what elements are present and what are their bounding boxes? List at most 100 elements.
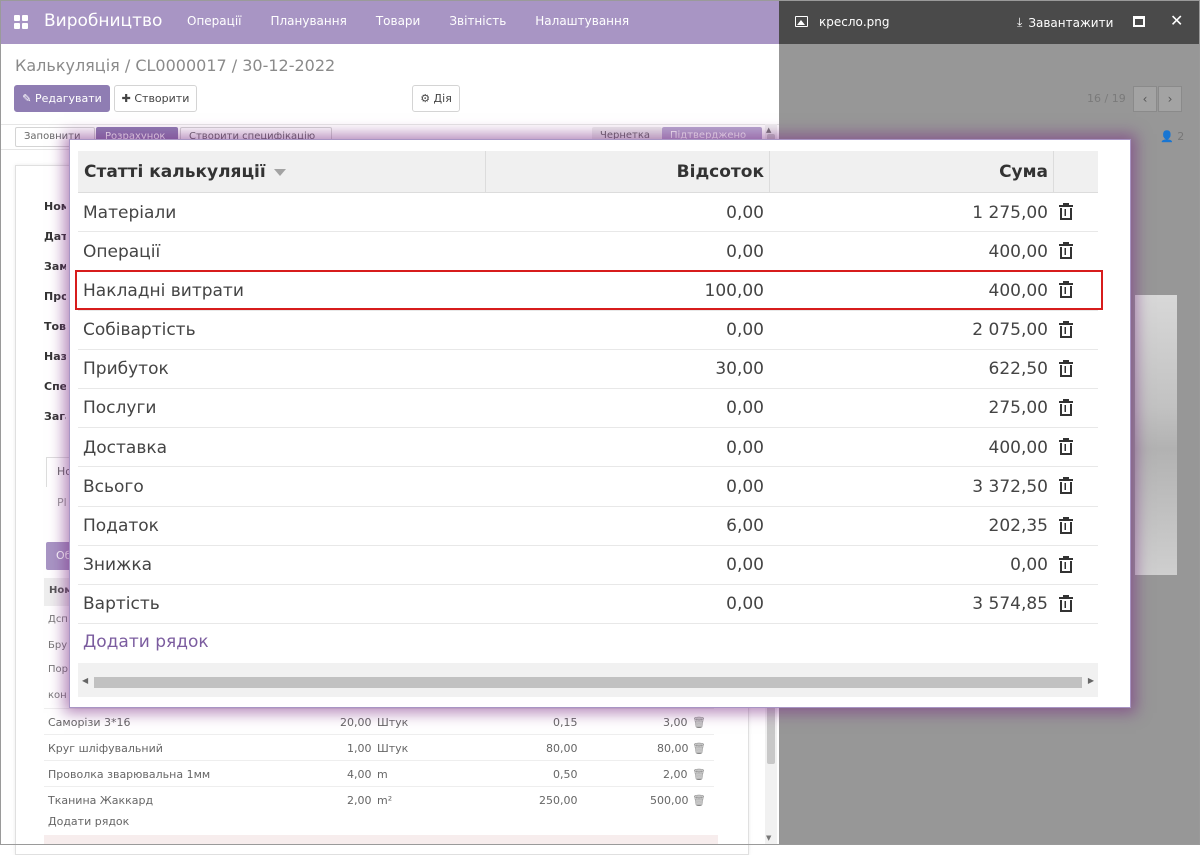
table-row[interactable]: Операції 0,00 400,00	[78, 232, 1098, 272]
trash-icon[interactable]	[1059, 594, 1073, 612]
item-uom: Штук	[377, 716, 409, 729]
item-price: 0,50	[553, 768, 578, 781]
row-percent: 0,00	[726, 202, 764, 223]
item-qty: 1,00	[347, 742, 372, 755]
menu-item-planning[interactable]: Планування	[270, 14, 346, 28]
line-label: кон	[48, 690, 67, 701]
download-icon: ⤓	[1017, 15, 1023, 29]
apps-menu-icon[interactable]	[14, 15, 29, 29]
row-sum: 400,00	[988, 437, 1048, 458]
trash-icon[interactable]: 🗑	[692, 716, 706, 729]
column-divider	[1053, 151, 1054, 193]
item-sum: 500,00	[650, 794, 689, 807]
item-price: 80,00	[546, 742, 578, 755]
trash-icon[interactable]	[1059, 359, 1073, 377]
app-name: Виробництво	[44, 11, 163, 31]
trash-icon[interactable]: 🗑	[692, 742, 706, 755]
close-icon[interactable]: ✕	[1170, 11, 1183, 30]
field-label-product: Прод	[44, 290, 66, 303]
pager-next-button[interactable]: ›	[1158, 86, 1182, 112]
scroll-down-icon[interactable]: ▼	[766, 834, 771, 842]
field-label-spec: Спец	[44, 380, 66, 393]
maximize-icon[interactable]	[1133, 16, 1145, 27]
table-row[interactable]: Собівартість 0,00 2 075,00	[78, 311, 1098, 350]
row-sum: 202,35	[988, 516, 1048, 536]
trash-icon[interactable]	[1059, 555, 1073, 573]
breadcrumb[interactable]: Калькуляція / CL0000017 / 30-12-2022	[15, 56, 335, 75]
menu-item-products[interactable]: Товари	[376, 14, 421, 28]
column-header-percent[interactable]: Відсоток	[498, 151, 764, 193]
table-row-overhead[interactable]: Накладні витрати 100,00 400,00	[78, 271, 1098, 311]
scroll-left-icon[interactable]: ◀	[82, 676, 88, 685]
trash-icon[interactable]: 🗑	[692, 794, 706, 807]
row-percent: 0,00	[726, 398, 764, 419]
item-qty: 20,00	[340, 716, 372, 729]
main-menu: Операції Планування Товари Звітність Нал…	[187, 14, 629, 28]
trash-icon[interactable]	[1059, 516, 1073, 534]
scrollbar-thumb[interactable]	[94, 677, 1082, 688]
viewer-file-name: кресло.png	[819, 15, 890, 29]
section-button[interactable]: Об	[46, 542, 71, 570]
table-row[interactable]: Прибуток 30,00 622,50	[78, 350, 1098, 389]
trash-icon[interactable]	[1059, 242, 1073, 260]
item-qty: 4,00	[347, 768, 372, 781]
notebook-tab[interactable]: Но	[46, 457, 72, 487]
table-row[interactable]: Саморізи 3*16 20,00 Штук 0,15 3,00 🗑	[44, 708, 714, 734]
menu-item-reporting[interactable]: Звітність	[449, 14, 506, 28]
row-percent: 6,00	[726, 516, 764, 536]
table-row[interactable]: Круг шліфувальний 1,00 Штук 80,00 80,00 …	[44, 734, 714, 760]
attachment-preview-image	[1135, 295, 1177, 575]
edit-button[interactable]: ✎ Редагувати	[14, 85, 110, 112]
row-name: Доставка	[83, 437, 168, 458]
table-row[interactable]: Всього 0,00 3 372,50	[78, 467, 1098, 507]
item-name: Саморізи 3*16	[48, 716, 131, 729]
download-button[interactable]: ⤓ Завантажити	[1017, 15, 1113, 30]
row-percent: 30,00	[715, 359, 764, 380]
add-line-link[interactable]: Додати рядок	[48, 815, 129, 828]
table-row[interactable]: Проволка зварювальна 1мм 4,00 m 0,50 2,0…	[44, 760, 714, 786]
trash-icon[interactable]	[1059, 438, 1073, 456]
table-row[interactable]: Доставка 0,00 400,00	[78, 428, 1098, 468]
pager-previous-button[interactable]: ‹	[1133, 86, 1157, 112]
row-percent: 0,00	[726, 594, 764, 615]
row-name: Операції	[83, 241, 161, 262]
row-percent: 0,00	[726, 555, 764, 576]
field-label-order: Замо	[44, 260, 66, 273]
table-row[interactable]: Матеріали 0,00 1 275,00	[78, 193, 1098, 233]
followers-count[interactable]: 👤 2	[1160, 130, 1184, 143]
menu-item-settings[interactable]: Налаштування	[535, 14, 629, 28]
item-uom: m²	[377, 794, 393, 807]
item-price: 0,15	[553, 716, 578, 729]
column-header-name[interactable]: Статті калькуляції	[84, 151, 286, 193]
trash-icon[interactable]	[1059, 398, 1073, 416]
table-row[interactable]: Вартість 0,00 3 574,85	[78, 585, 1098, 625]
table-row[interactable]: Послуги 0,00 275,00	[78, 389, 1098, 429]
table-row[interactable]: Податок 6,00 202,35	[78, 507, 1098, 546]
trash-icon[interactable]	[1059, 320, 1073, 338]
trash-icon[interactable]	[1059, 203, 1073, 220]
trash-icon[interactable]: 🗑	[692, 768, 706, 781]
row-name: Собівартість	[83, 320, 196, 341]
row-sum: 400,00	[988, 280, 1048, 301]
sort-caret-icon[interactable]	[273, 168, 286, 176]
scroll-right-icon[interactable]: ▶	[1088, 676, 1094, 685]
row-name: Вартість	[83, 594, 160, 615]
table-header: Статті калькуляції Відсоток Сума	[78, 151, 1098, 193]
action-button[interactable]: ⚙ Дія	[412, 85, 460, 112]
create-button[interactable]: ✚ Створити	[114, 85, 197, 112]
trash-icon[interactable]	[1059, 477, 1073, 495]
row-percent: 100,00	[704, 280, 764, 301]
item-uom: Штук	[377, 742, 409, 755]
trash-icon[interactable]	[1059, 281, 1073, 299]
row-sum: 2 075,00	[972, 320, 1048, 341]
menu-item-operations[interactable]: Операції	[187, 14, 241, 28]
table-row[interactable]: Тканина Жаккард 2,00 m² 250,00 500,00 🗑	[44, 786, 714, 812]
row-name: Матеріали	[83, 202, 177, 223]
horizontal-scrollbar[interactable]: ◀ ▶	[78, 663, 1098, 697]
column-header-sum[interactable]: Сума	[778, 151, 1048, 193]
row-percent: 0,00	[726, 437, 764, 458]
scroll-up-icon[interactable]: ▲	[766, 126, 771, 134]
item-name: Круг шліфувальний	[48, 742, 163, 755]
add-row-link[interactable]: Додати рядок	[83, 632, 209, 652]
table-row[interactable]: Знижка 0,00 0,00	[78, 546, 1098, 585]
